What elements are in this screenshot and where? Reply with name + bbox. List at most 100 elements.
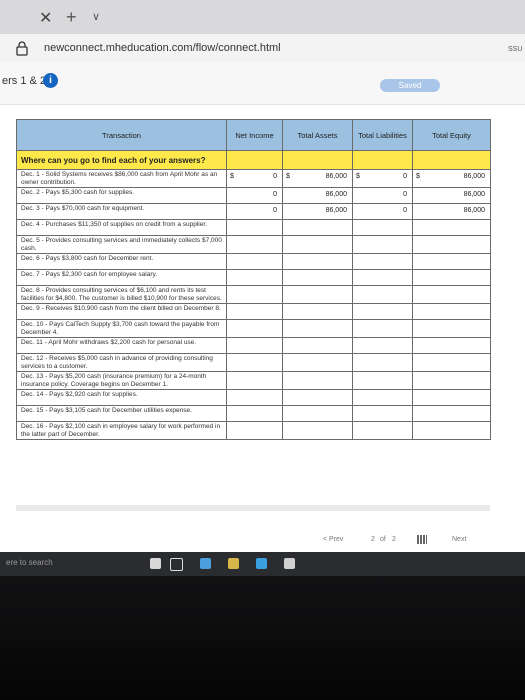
total-assets-input[interactable]	[282, 421, 353, 440]
address-bar[interactable]: newconnect.mheducation.com/flow/connect.…	[0, 34, 525, 63]
total-assets-input[interactable]	[282, 353, 353, 372]
total-assets-input[interactable]	[282, 389, 353, 406]
total-liabilities-input[interactable]	[352, 353, 413, 372]
total-equity-input[interactable]	[412, 303, 491, 320]
transaction-cell: Dec. 3 - Pays $70,000 cash for equipment…	[16, 203, 227, 220]
screen: ✕ + ∨ newconnect.mheducation.com/flow/co…	[0, 0, 525, 565]
total-assets-input[interactable]	[282, 253, 353, 270]
net-income-value	[228, 287, 282, 290]
total-liabilities-input[interactable]	[352, 219, 413, 236]
net-income-input[interactable]	[226, 269, 283, 286]
net-income-input[interactable]	[226, 235, 283, 254]
net-income-input[interactable]	[226, 319, 283, 338]
total-liabilities-input[interactable]	[352, 389, 413, 406]
net-income-input[interactable]: 0	[226, 187, 283, 204]
net-income-input[interactable]	[226, 371, 283, 390]
net-income-input[interactable]	[226, 389, 283, 406]
net-income-input[interactable]	[226, 405, 283, 422]
net-income-input[interactable]	[226, 353, 283, 372]
url-text[interactable]: newconnect.mheducation.com/flow/connect.…	[44, 42, 281, 54]
store-icon[interactable]	[256, 558, 267, 569]
page-of: of	[380, 536, 386, 543]
total-assets-input[interactable]	[282, 235, 353, 254]
total-assets-input[interactable]	[282, 269, 353, 286]
microphone-icon[interactable]	[150, 558, 161, 569]
total-equity-value	[414, 407, 490, 410]
net-income-value	[228, 305, 282, 308]
total-equity-input[interactable]	[412, 285, 491, 304]
total-liabilities-input[interactable]: 0	[352, 187, 413, 204]
total-liabilities-input[interactable]	[352, 337, 413, 354]
total-assets-input[interactable]: 86,000	[282, 187, 353, 204]
total-assets-input[interactable]: 86,000	[282, 203, 353, 220]
total-equity-input[interactable]	[412, 405, 491, 422]
close-tab-icon[interactable]: ✕	[39, 8, 52, 28]
table-row: Dec. 11 - April Mohr withdraws $2,200 ca…	[16, 337, 491, 354]
total-assets-input[interactable]	[282, 303, 353, 320]
transaction-text: Dec. 12 - Receives $5,000 cash in advanc…	[21, 355, 213, 370]
total-assets-value: 86,000	[284, 205, 352, 214]
total-liabilities-input[interactable]	[352, 269, 413, 286]
net-income-input[interactable]	[226, 421, 283, 440]
task-view-icon[interactable]	[170, 558, 183, 571]
total-equity-input[interactable]	[412, 353, 491, 372]
total-equity-input[interactable]	[412, 269, 491, 286]
total-equity-input[interactable]	[412, 337, 491, 354]
total-assets-input[interactable]	[282, 405, 353, 422]
net-income-input[interactable]	[226, 337, 283, 354]
total-assets-input[interactable]: $86,000	[282, 169, 353, 188]
total-equity-input[interactable]	[412, 319, 491, 338]
taskbar-search[interactable]: ere to search	[6, 558, 53, 567]
total-equity-value: $86,000	[414, 171, 490, 180]
prev-button[interactable]: < Prev	[323, 536, 343, 543]
page-grid-icon[interactable]	[417, 535, 427, 544]
tab-menu-icon[interactable]: ∨	[92, 10, 100, 23]
net-income-input[interactable]	[226, 285, 283, 304]
total-equity-value	[414, 287, 490, 290]
transaction-text: Dec. 9 - Receives $10,900 cash from the …	[21, 305, 221, 312]
total-equity-input[interactable]	[412, 389, 491, 406]
table-row: Dec. 6 - Pays $3,800 cash for December r…	[16, 253, 491, 270]
total-assets-input[interactable]	[282, 371, 353, 390]
total-liabilities-input[interactable]	[352, 319, 413, 338]
file-explorer-icon[interactable]	[228, 558, 239, 569]
total-assets-input[interactable]	[282, 337, 353, 354]
net-income-input[interactable]	[226, 253, 283, 270]
total-assets-input[interactable]	[282, 319, 353, 338]
net-income-input[interactable]: 0	[226, 203, 283, 220]
total-liabilities-input[interactable]	[352, 235, 413, 254]
net-income-input[interactable]	[226, 219, 283, 236]
info-icon[interactable]: i	[43, 73, 58, 88]
transaction-cell: Dec. 15 - Pays $3,105 cash for December …	[16, 405, 227, 422]
new-tab-icon[interactable]: +	[66, 7, 77, 28]
mail-icon[interactable]	[284, 558, 295, 569]
total-equity-input[interactable]: 86,000	[412, 203, 491, 220]
total-equity-input[interactable]	[412, 371, 491, 390]
total-equity-input[interactable]	[412, 421, 491, 440]
total-liabilities-input[interactable]: $0	[352, 169, 413, 188]
total-equity-input[interactable]	[412, 235, 491, 254]
total-assets-value	[284, 287, 352, 290]
total-assets-input[interactable]	[282, 219, 353, 236]
next-button[interactable]: Next	[452, 536, 466, 543]
total-liabilities-input[interactable]	[352, 421, 413, 440]
total-liabilities-input[interactable]	[352, 285, 413, 304]
total-equity-input[interactable]: 86,000	[412, 187, 491, 204]
total-liabilities-input[interactable]	[352, 371, 413, 390]
page-total: 2	[392, 536, 396, 543]
net-income-input[interactable]	[226, 303, 283, 320]
total-liabilities-value	[354, 271, 412, 274]
total-assets-input[interactable]	[282, 285, 353, 304]
net-income-input[interactable]: $0	[226, 169, 283, 188]
edge-icon[interactable]	[200, 558, 211, 569]
total-equity-input[interactable]	[412, 219, 491, 236]
total-liabilities-input[interactable]: 0	[352, 203, 413, 220]
horizontal-scrollbar[interactable]	[16, 505, 490, 511]
total-liabilities-input[interactable]	[352, 405, 413, 422]
transaction-text: Dec. 15 - Pays $3,105 cash for December …	[21, 407, 192, 414]
total-equity-input[interactable]: $86,000	[412, 169, 491, 188]
total-equity-value	[414, 339, 490, 342]
total-equity-input[interactable]	[412, 253, 491, 270]
total-liabilities-input[interactable]	[352, 253, 413, 270]
total-liabilities-input[interactable]	[352, 303, 413, 320]
